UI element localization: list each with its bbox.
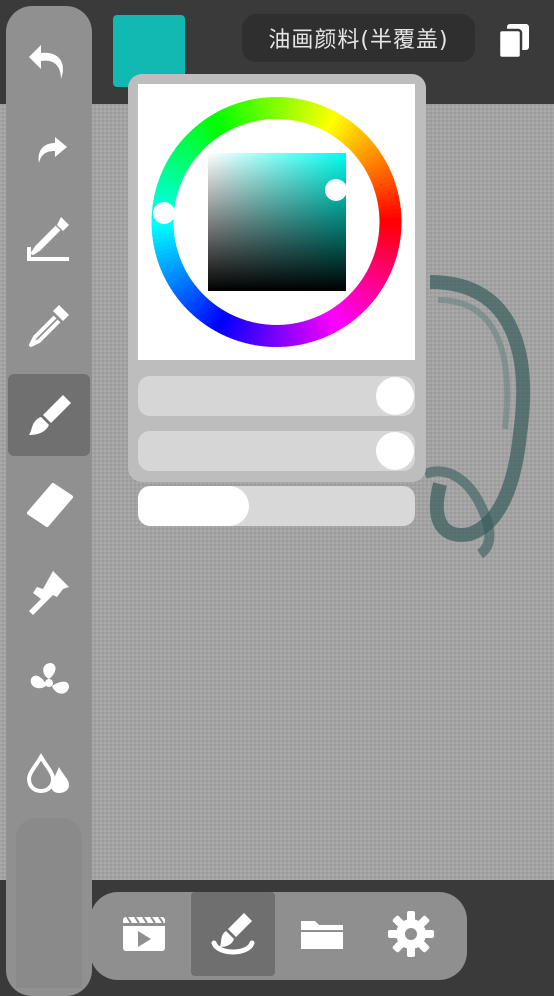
paint-tab[interactable] — [191, 892, 275, 976]
undo-button[interactable] — [8, 20, 90, 102]
flow-slider-knob[interactable] — [376, 432, 414, 470]
eyedropper-icon — [29, 305, 69, 347]
opacity-slider[interactable] — [138, 376, 415, 416]
smudge-tool-button[interactable] — [8, 552, 90, 634]
redo-icon — [38, 137, 67, 163]
brush-tool-button[interactable] — [8, 374, 90, 456]
flow-slider[interactable] — [138, 431, 415, 471]
redo-button[interactable] — [8, 108, 90, 190]
bottom-navigation-bar — [90, 892, 467, 980]
blur-tool-button[interactable] — [8, 642, 90, 724]
color-wheel[interactable] — [138, 84, 415, 360]
brush-icon — [29, 395, 71, 435]
layers-icon[interactable] — [497, 22, 531, 60]
settings-tab[interactable] — [369, 892, 453, 976]
color-picker-panel — [128, 74, 426, 482]
eraser-icon — [27, 483, 73, 527]
eyedropper-button[interactable] — [8, 284, 90, 366]
brush-name-button[interactable]: 油画颜料(半覆盖) — [242, 14, 475, 62]
hue-handle[interactable] — [153, 202, 175, 224]
hue-ring-segment — [379, 221, 402, 227]
undo-icon — [29, 45, 63, 79]
water-drops-icon — [26, 753, 69, 794]
gear-icon — [388, 911, 434, 957]
fill-dropper-icon — [27, 217, 69, 261]
folder-icon — [301, 921, 343, 949]
eraser-tool-button[interactable] — [8, 464, 90, 546]
fill-eyedropper-button[interactable] — [8, 196, 90, 278]
video-player-icon — [123, 916, 165, 951]
playback-tab[interactable] — [102, 892, 186, 976]
saturation-value-handle[interactable] — [325, 179, 347, 201]
brush-size-fill — [138, 486, 249, 526]
files-tab[interactable] — [280, 892, 364, 976]
smudge-hand-icon — [29, 571, 69, 615]
brush-size-slider[interactable] — [138, 486, 415, 526]
paint-brush-icon — [211, 913, 255, 955]
fan-icon — [30, 663, 69, 694]
opacity-slider-knob[interactable] — [376, 377, 414, 415]
water-tool-button[interactable] — [8, 730, 90, 812]
color-wheel-area — [138, 84, 415, 360]
secondary-swatch[interactable] — [16, 818, 82, 988]
